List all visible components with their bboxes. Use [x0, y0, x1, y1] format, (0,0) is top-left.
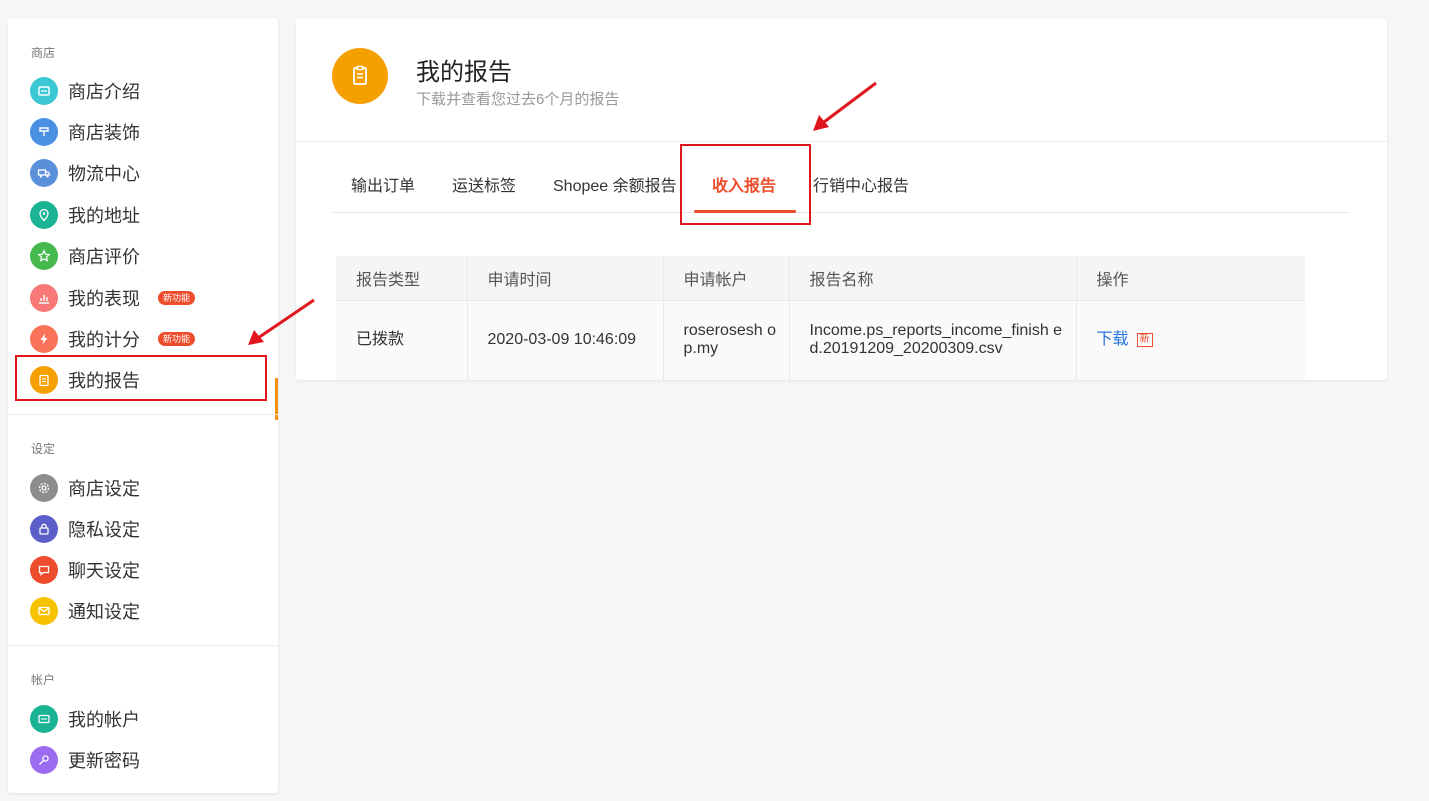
main-panel: 我的报告 下载并查看您过去6个月的报告 输出订单 运送标签 Shopee 余额报… [296, 18, 1387, 380]
notification-icon [30, 597, 58, 625]
key-icon [30, 746, 58, 774]
cell-action: 下载新 [1076, 299, 1305, 380]
clipboard-icon [332, 48, 388, 104]
sidebar-item-chat-settings[interactable]: 聊天设定 [30, 555, 140, 585]
truck-icon [30, 159, 58, 187]
group-title-settings: 设定 [31, 442, 56, 456]
annotation-box-sidebar [15, 355, 267, 401]
sidebar-item-label: 我的表现 [68, 289, 140, 309]
report-tabs: 输出订单 运送标签 Shopee 余额报告 收入报告 行销中心报告 [332, 142, 1350, 213]
sidebar-item-label: 聊天设定 [68, 561, 140, 581]
sidebar-item-performance[interactable]: 我的表现 新功能 [30, 283, 196, 313]
tab-shopee-balance-report[interactable]: Shopee 余额报告 [553, 172, 677, 196]
sidebar-item-label: 我的地址 [68, 206, 140, 226]
annotation-box-tab [680, 144, 811, 225]
sidebar: 商店 商店介绍 商店装饰 物流中心 我的地址 商店评价 我的表现 新功能 我的计… [8, 18, 278, 793]
cell-request-time: 2020-03-09 10:46:09 [467, 299, 664, 380]
sidebar-item-label: 隐私设定 [68, 520, 140, 540]
sidebar-divider [8, 414, 278, 415]
sidebar-item-notification-settings[interactable]: 通知设定 [30, 596, 140, 626]
column-header-report-name: 报告名称 [789, 256, 1077, 300]
sidebar-item-label: 商店装饰 [68, 123, 140, 143]
page-title: 我的报告 [416, 59, 512, 86]
sidebar-item-score[interactable]: 我的计分 新功能 [30, 324, 196, 354]
sidebar-item-shop-intro[interactable]: 商店介绍 [30, 76, 140, 106]
column-header-request-account: 申请帐户 [663, 256, 790, 300]
new-feature-badge: 新功能 [158, 332, 196, 346]
sidebar-divider [8, 645, 278, 646]
sidebar-item-update-password[interactable]: 更新密码 [30, 745, 140, 775]
sidebar-item-privacy-settings[interactable]: 隐私设定 [30, 514, 140, 544]
sidebar-item-label: 我的计分 [68, 330, 140, 350]
column-header-report-type: 报告类型 [336, 256, 468, 300]
star-icon [30, 242, 58, 270]
brush-icon [30, 118, 58, 146]
tab-shipping-labels[interactable]: 运送标签 [452, 172, 516, 196]
annotation-arrow-tab [813, 81, 877, 131]
annotation-arrow-sidebar [248, 298, 315, 345]
group-title-account: 帐户 [31, 673, 56, 687]
reports-table: 报告类型 申请时间 申请帐户 报告名称 操作 已拨款 2020-03-09 10… [336, 256, 1305, 380]
sidebar-item-shop-rating[interactable]: 商店评价 [30, 241, 140, 271]
lock-icon [30, 515, 58, 543]
page-subtitle: 下载并查看您过去6个月的报告 [416, 91, 620, 108]
tab-marketing-center-report[interactable]: 行销中心报告 [813, 172, 909, 196]
sidebar-item-shop-decoration[interactable]: 商店装饰 [30, 117, 140, 147]
sidebar-item-label: 商店设定 [68, 479, 140, 499]
column-header-request-time: 申请时间 [467, 256, 664, 300]
cell-report-type: 已拨款 [336, 299, 468, 380]
sidebar-item-shop-settings[interactable]: 商店设定 [30, 473, 140, 503]
tab-export-orders[interactable]: 输出订单 [351, 172, 415, 196]
gear-icon [30, 474, 58, 502]
sidebar-item-address[interactable]: 我的地址 [30, 200, 140, 230]
new-feature-badge: 新功能 [158, 291, 196, 305]
location-icon [30, 201, 58, 229]
new-tag: 新 [1136, 333, 1153, 348]
shop-intro-icon [30, 77, 58, 105]
cell-report-name: Income.ps_reports_income_finish ed.20191… [789, 299, 1077, 380]
sidebar-item-label: 我的帐户 [68, 710, 140, 730]
group-title-shop: 商店 [31, 46, 56, 60]
bolt-icon [30, 325, 58, 353]
chat-icon [30, 556, 58, 584]
sidebar-item-label: 通知设定 [68, 602, 140, 622]
sidebar-item-my-account[interactable]: 我的帐户 [30, 704, 140, 734]
sidebar-item-logistics[interactable]: 物流中心 [30, 158, 140, 188]
chart-icon [30, 284, 58, 312]
column-header-action: 操作 [1076, 256, 1305, 300]
table-row: 已拨款 2020-03-09 10:46:09 roserosesh op.my… [336, 299, 1305, 380]
sidebar-item-label: 更新密码 [68, 751, 140, 771]
id-card-icon [30, 705, 58, 733]
sidebar-item-label: 商店介绍 [68, 82, 140, 102]
sidebar-item-label: 物流中心 [68, 164, 140, 184]
cell-request-account: roserosesh op.my [663, 299, 790, 380]
table-header-row: 报告类型 申请时间 申请帐户 报告名称 操作 [336, 256, 1305, 300]
download-link[interactable]: 下载 [1097, 331, 1129, 348]
sidebar-item-label: 商店评价 [68, 247, 140, 267]
